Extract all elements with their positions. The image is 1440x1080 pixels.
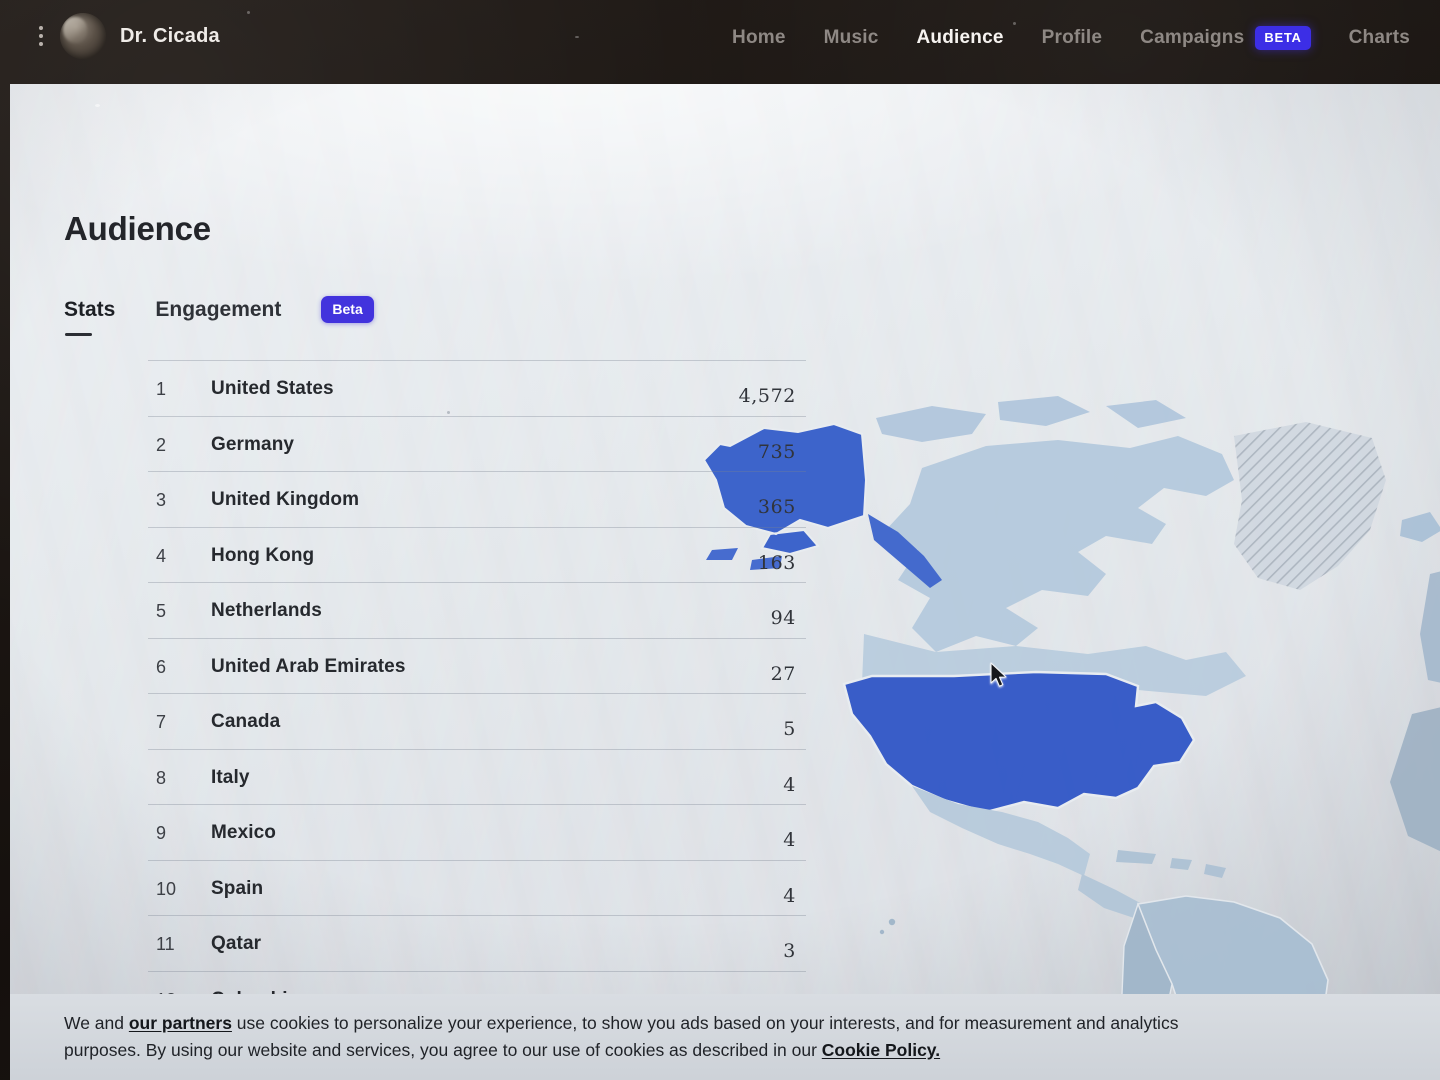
row-rank: 10 <box>156 878 177 899</box>
cookie-policy-link[interactable]: Cookie Policy. <box>822 1040 940 1060</box>
map-island-dot <box>888 918 896 926</box>
nav-item-campaigns[interactable]: Campaigns <box>1140 27 1244 49</box>
row-country: Canada <box>211 711 281 732</box>
table-row[interactable]: 11 Qatar 3 <box>148 915 806 971</box>
row-value: 5 <box>783 718 796 740</box>
row-rank: 6 <box>156 656 167 677</box>
cookie-banner-text: We and our partners use cookies to perso… <box>64 1010 1194 1063</box>
map-region-west-africa <box>1390 707 1440 852</box>
brand-cluster: Dr. Cicada <box>36 13 220 59</box>
kebab-menu-icon[interactable] <box>36 22 46 50</box>
tab-bar: Stats Engagement Beta <box>64 296 374 339</box>
row-country: Hong Kong <box>211 544 315 566</box>
table-row[interactable]: 6 United Arab Emirates 27 <box>148 637 806 694</box>
nav-item-profile[interactable]: Profile <box>1042 27 1103 49</box>
table-row[interactable]: 2 Germany 735 <box>148 415 806 472</box>
audience-country-table: 1 United States 4,572 2 Germany 735 3 Un… <box>148 360 806 1080</box>
tab-engagement[interactable]: Engagement <box>155 298 281 338</box>
nav-item-charts[interactable]: Charts <box>1349 27 1410 49</box>
map-region-europe-africa-edge <box>1420 571 1440 683</box>
engagement-beta-badge: Beta <box>321 296 374 323</box>
row-country: United Arab Emirates <box>211 655 406 677</box>
row-value: 4 <box>783 829 796 851</box>
map-region-caribbean <box>1116 850 1226 878</box>
row-rank: 2 <box>156 434 167 455</box>
table-row[interactable]: 10 Spain 4 <box>148 859 806 916</box>
page-title: Audience <box>64 210 211 247</box>
map-region-arctic-islands <box>876 396 1186 442</box>
map-region-iceland <box>1400 512 1440 542</box>
cookie-text-part2: use cookies to personalize your experien… <box>64 1013 1179 1060</box>
our-partners-link[interactable]: our partners <box>129 1013 232 1033</box>
row-value: 4,572 <box>738 385 796 407</box>
row-rank: 9 <box>156 823 167 843</box>
row-country: United Kingdom <box>211 489 360 510</box>
row-value: 365 <box>757 496 796 518</box>
map-island-dot <box>879 929 885 935</box>
row-value: 4 <box>783 773 796 796</box>
row-country: Spain <box>211 877 264 899</box>
row-value: 4 <box>783 884 796 907</box>
cookie-text-part1: We and <box>64 1013 129 1033</box>
photographed-screen: Dr. Cicada Home Music Audience Profile C… <box>0 0 1440 1080</box>
row-rank: 7 <box>156 712 167 732</box>
app-page: Audience Stats Engagement Beta 1 United … <box>10 84 1440 1080</box>
table-row[interactable]: 7 Canada 5 <box>148 693 806 749</box>
row-rank: 3 <box>156 490 167 510</box>
nav-item-audience[interactable]: Audience <box>917 27 1004 49</box>
row-rank: 8 <box>156 767 167 788</box>
map-region-greenland <box>1234 422 1386 590</box>
row-value: 27 <box>770 662 796 685</box>
row-value: 3 <box>783 940 796 962</box>
row-rank: 11 <box>156 934 175 954</box>
row-value: 735 <box>757 440 796 463</box>
map-region-united-states-highlight <box>842 670 1196 814</box>
row-country: Italy <box>211 766 250 788</box>
table-row[interactable]: 9 Mexico 4 <box>148 804 806 860</box>
top-navigation-bar: Dr. Cicada Home Music Audience Profile C… <box>0 0 1440 82</box>
cookie-consent-banner: We and our partners use cookies to perso… <box>10 994 1440 1080</box>
primary-nav: Home Music Audience Profile Campaigns BE… <box>732 26 1410 50</box>
row-country: United States <box>211 378 334 399</box>
row-rank: 4 <box>156 545 167 566</box>
map-region-central-america <box>1078 874 1142 918</box>
row-country: Germany <box>211 433 295 455</box>
row-value: 163 <box>757 551 796 574</box>
kebab-dot <box>39 34 43 38</box>
campaigns-beta-badge: BETA <box>1255 26 1311 50</box>
table-row[interactable]: 3 United Kingdom 365 <box>148 471 806 527</box>
table-row[interactable]: 8 Italy 4 <box>148 748 806 805</box>
mouse-pointer-icon <box>990 662 1010 695</box>
kebab-dot <box>39 26 43 30</box>
avatar[interactable] <box>60 13 106 59</box>
table-row[interactable]: 1 United States 4,572 <box>148 360 806 416</box>
nav-item-music[interactable]: Music <box>824 27 879 49</box>
tab-stats[interactable]: Stats <box>64 298 115 338</box>
artist-name: Dr. Cicada <box>120 24 220 47</box>
table-row[interactable]: 5 Netherlands 94 <box>148 582 806 638</box>
row-rank: 1 <box>156 379 167 399</box>
row-value: 94 <box>770 607 796 629</box>
row-rank: 5 <box>156 601 167 621</box>
map-region-canada <box>884 436 1234 652</box>
row-country: Qatar <box>211 933 262 954</box>
nav-item-campaigns-group: Campaigns BETA <box>1140 26 1311 50</box>
nav-item-home[interactable]: Home <box>732 27 786 49</box>
row-country: Netherlands <box>211 600 322 621</box>
table-row[interactable]: 4 Hong Kong 163 <box>148 526 806 583</box>
row-country: Mexico <box>211 822 277 843</box>
kebab-dot <box>39 42 43 46</box>
